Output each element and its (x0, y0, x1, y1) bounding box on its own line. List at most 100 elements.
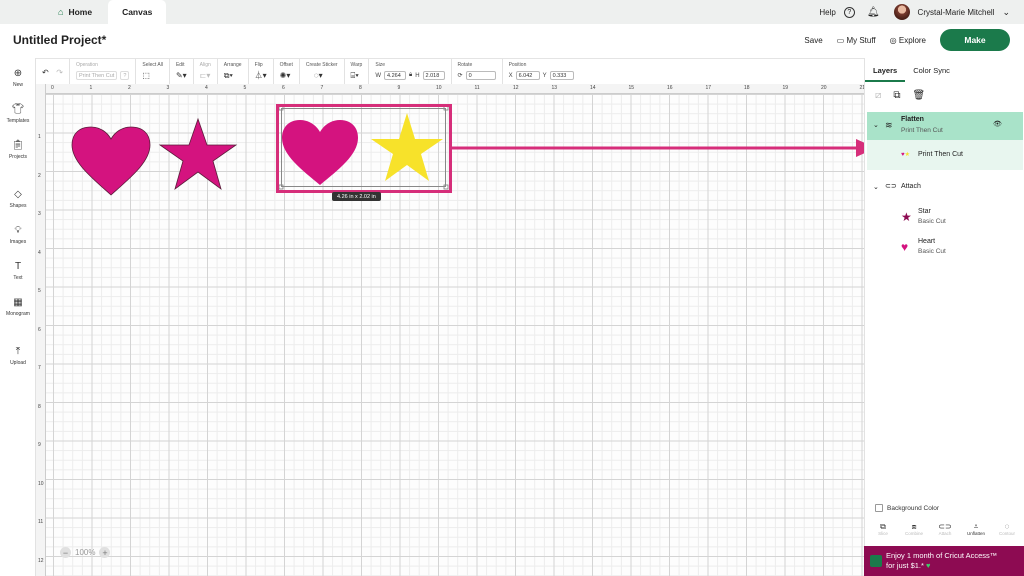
sidebar-item-label: Upload (10, 360, 26, 366)
layer-star-name[interactable]: Star (918, 208, 931, 215)
trash-icon[interactable]: 🗑︎ (913, 90, 926, 101)
slice-button[interactable]: ⧉ Slice (870, 522, 896, 536)
ruler-top-tick: 0 (51, 85, 54, 91)
heart-icon: ♥ (901, 240, 909, 254)
operation-swatch[interactable]: ? (120, 71, 130, 80)
height-input[interactable]: 2.018 (422, 71, 445, 80)
explore-button[interactable]: ◎ Explore (890, 36, 926, 45)
chevron-down-icon[interactable]: ⌄ (873, 121, 879, 129)
zoom-control: − 100% + (60, 547, 111, 558)
cricut-access-icon (870, 555, 882, 567)
sidebar-item-templates[interactable]: 👕︎ Templates (0, 104, 36, 124)
ruler-left-tick: 2 (38, 172, 41, 179)
sidebar-item-label: Text (13, 275, 23, 281)
width-input[interactable]: 4.264 (383, 71, 406, 80)
explore-icon: ◎ (889, 35, 897, 45)
eye-icon[interactable]: 👁︎ (993, 120, 1002, 128)
sidebar-item-new[interactable]: ⊕ New (0, 68, 36, 88)
help-link[interactable]: Help (819, 8, 835, 17)
sidebar-item-label: Images (9, 239, 27, 245)
background-color-checkbox[interactable] (875, 504, 883, 512)
ruler-left-tick: 6 (38, 326, 41, 333)
ruler-top-tick: 19 (782, 85, 789, 91)
flip-group[interactable]: Flip ⏃▾ (249, 59, 274, 85)
lock-icon[interactable]: 🔒︎ (409, 72, 412, 79)
sidebar-item-label: New (12, 82, 23, 88)
project-title[interactable]: Untitled Project* (13, 33, 106, 47)
sidebar-item-shapes[interactable]: ◇ Shapes (0, 189, 36, 209)
select-all-group[interactable]: Select All ⬚ (136, 59, 170, 85)
layers-panel: Layers Color Sync ⧄ ⧉ 🗑︎ ⌄ ≋ Flatten Pri… (864, 58, 1024, 576)
width-label: W (375, 72, 381, 79)
layer-flatten-sub: Print Then Cut (901, 127, 943, 134)
combine-button[interactable]: ⧈ Combine (901, 522, 927, 536)
promo-banner[interactable]: Enjoy 1 month of Cricut Access™ for just… (864, 546, 1024, 576)
warp-group[interactable]: Warp ⌸▾ (345, 59, 370, 85)
arrange-group[interactable]: Arrange ⧉▾ (218, 59, 249, 85)
help-icon[interactable]: ? (843, 6, 855, 18)
top-right-controls: Help ? 🔔︎ Crystal-Marie Mitchell ⌄ (819, 0, 1010, 24)
align-group[interactable]: Align ⊏▾ (194, 59, 218, 85)
operation-select[interactable]: Print Then Cut (75, 71, 118, 80)
ruler-left-tick: 4 (38, 249, 41, 256)
save-button[interactable]: Save (804, 36, 822, 45)
my-stuff-button[interactable]: ▭ My Stuff (837, 36, 876, 45)
ruler-top-tick: 3 (166, 85, 170, 91)
background-color-label: Background Color (887, 505, 940, 512)
y-input[interactable]: 0.333 (549, 71, 574, 80)
zoom-out-button[interactable]: − (60, 547, 71, 558)
offset-group[interactable]: Offset ✺▾ (274, 59, 300, 85)
avatar[interactable] (893, 4, 910, 20)
ungroup-icon[interactable]: ⧄ (875, 90, 881, 101)
ruler-left-tick: 11 (38, 519, 44, 525)
duplicate-icon[interactable]: ⧉ (893, 90, 900, 101)
sidebar-item-projects[interactable]: 📋︎ Projects (0, 140, 36, 160)
edit-label: Edit (175, 62, 185, 68)
user-name[interactable]: Crystal-Marie Mitchell (918, 8, 995, 17)
zoom-in-button[interactable]: + (99, 547, 111, 558)
warp-icon: ⌸▾ (350, 71, 359, 80)
ruler-top-tick: 16 (667, 85, 673, 91)
arrange-label: Arrange (223, 62, 242, 68)
ruler-top-tick: 2 (128, 85, 131, 91)
tab-canvas[interactable]: Canvas (108, 0, 167, 24)
undo-icon[interactable]: ↶ (42, 68, 49, 77)
layer-flatten-child[interactable]: ♥★ Print Then Cut (867, 140, 1023, 170)
chevron-down-icon[interactable]: ⌄ (873, 183, 879, 191)
offset-icon: ✺▾ (279, 71, 291, 80)
layer-attach-name[interactable]: Attach (901, 183, 921, 190)
rotate-group: Rotate ⟳ 0 (452, 59, 503, 85)
make-button[interactable]: Make (940, 29, 1010, 51)
tab-color-sync[interactable]: Color Sync (905, 58, 958, 82)
ruler-left-tick: 9 (38, 442, 41, 448)
chevron-down-icon[interactable]: ⌄ (1002, 7, 1010, 18)
rotate-input[interactable]: 0 (465, 71, 496, 80)
sidebar-item-images[interactable]: 💡︎ Images (0, 225, 36, 245)
sidebar-item-text[interactable]: T Text (0, 261, 36, 281)
create-sticker-group[interactable]: Create Sticker ◌▾ (300, 59, 345, 85)
selection-bounding-box[interactable] (281, 108, 446, 187)
tab-canvas-label: Canvas (122, 7, 153, 17)
home-icon: ⌂ (58, 7, 64, 17)
align-label: Align (199, 62, 211, 68)
sidebar-item-upload[interactable]: ⤒ Upload (0, 346, 36, 366)
bell-icon[interactable]: 🔔︎ (867, 7, 880, 18)
ruler-top-tick: 4 (205, 85, 208, 91)
layer-heart-name[interactable]: Heart (918, 238, 935, 245)
ruler-top-tick: 20 (821, 85, 827, 91)
sidebar-item-label: Shapes (9, 203, 27, 209)
tab-layers[interactable]: Layers (865, 58, 906, 82)
x-input[interactable]: 6.042 (515, 71, 540, 80)
contour-button[interactable]: ◌ Contour (994, 522, 1020, 536)
sidebar-item-monogram[interactable]: ▦ Monogram (0, 297, 36, 317)
layer-flatten[interactable]: ⌄ ≋ Flatten Print Then Cut 👁︎ (867, 112, 1023, 140)
ruler-left-tick: 5 (38, 288, 41, 294)
attach-button[interactable]: ⊂⊃ Attach (932, 522, 958, 536)
plus-circle-icon: ⊕ (13, 68, 23, 79)
redo-icon[interactable]: ↷ (56, 68, 63, 77)
size-group: Size W 4.264 🔒︎ H 2.018 (369, 59, 452, 85)
cricut-design-space: ⌂ Home Canvas Help ? 🔔︎ Crystal-Marie Mi… (0, 0, 1024, 576)
edit-group[interactable]: Edit ✎▾ (170, 59, 194, 85)
unflatten-button[interactable]: ⩡ Unflatten (963, 522, 989, 536)
tab-home[interactable]: ⌂ Home (0, 0, 104, 24)
